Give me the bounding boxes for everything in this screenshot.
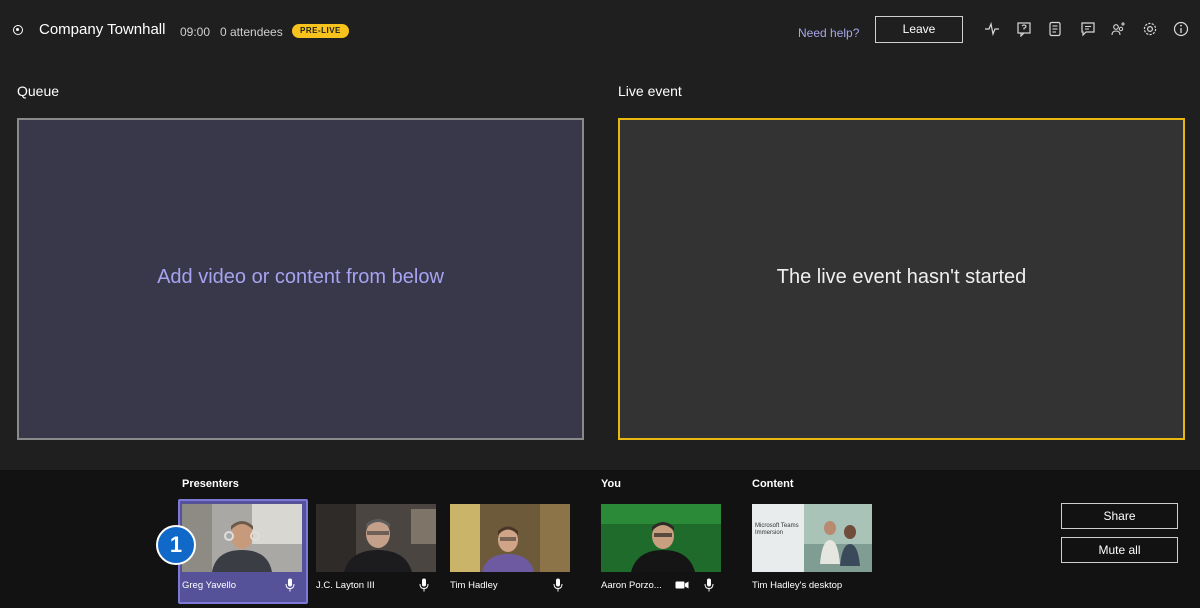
presenter-video-greg[interactable]: [182, 504, 302, 572]
help-link[interactable]: Need help?: [798, 26, 859, 40]
queue-stage[interactable]: Add video or content from below: [17, 118, 584, 440]
event-status-icon: [13, 25, 23, 35]
people-icon[interactable]: [1110, 21, 1126, 37]
queue-placeholder: Add video or content from below: [157, 266, 444, 288]
event-title: Company Townhall: [39, 21, 166, 38]
you-label: You: [601, 478, 621, 490]
mic-icon[interactable]: [704, 578, 714, 592]
event-time: 09:00: [180, 25, 211, 39]
live-event-label: Live event: [618, 83, 682, 99]
self-name: Aaron Porzo...: [601, 580, 662, 591]
live-event-stage: The live event hasn't started: [618, 118, 1185, 440]
mic-icon[interactable]: [553, 578, 563, 592]
content-name: Tim Hadley's desktop: [752, 580, 843, 591]
mic-icon[interactable]: [419, 578, 429, 592]
presenter-name: Tim Hadley: [450, 580, 498, 591]
info-icon[interactable]: [1173, 21, 1189, 37]
settings-icon[interactable]: [1142, 21, 1158, 37]
presenter-name: Greg Yavello: [182, 580, 237, 591]
qna-icon[interactable]: [1016, 21, 1032, 37]
health-icon[interactable]: [984, 21, 1000, 37]
presenter-video-jc[interactable]: [316, 504, 436, 572]
status-badge: PRE-LIVE: [292, 24, 349, 38]
presenters-label: Presenters: [182, 478, 239, 490]
mute-all-button[interactable]: Mute all: [1061, 537, 1178, 563]
mic-icon[interactable]: [285, 578, 295, 592]
chat-icon[interactable]: [1080, 21, 1096, 37]
live-event-status: The live event hasn't started: [776, 266, 1027, 288]
content-label: Content: [752, 478, 794, 490]
presenter-name: J.C. Layton III: [316, 580, 375, 591]
attendee-count: 0 attendees: [220, 25, 283, 39]
camera-icon[interactable]: [675, 580, 689, 590]
leave-button[interactable]: Leave: [875, 16, 963, 43]
share-button[interactable]: Share: [1061, 503, 1178, 529]
callout-number-badge: 1: [156, 525, 196, 565]
notes-icon[interactable]: [1047, 21, 1063, 37]
self-video[interactable]: [601, 504, 721, 572]
content-slide-text: Microsoft Teams Immersion: [755, 523, 799, 536]
top-bar: Company Townhall 09:00 0 attendees PRE-L…: [0, 0, 1200, 62]
queue-label: Queue: [17, 83, 60, 99]
presenter-video-tim[interactable]: [450, 504, 570, 572]
content-share-thumbnail[interactable]: Microsoft Teams Immersion: [752, 504, 872, 572]
